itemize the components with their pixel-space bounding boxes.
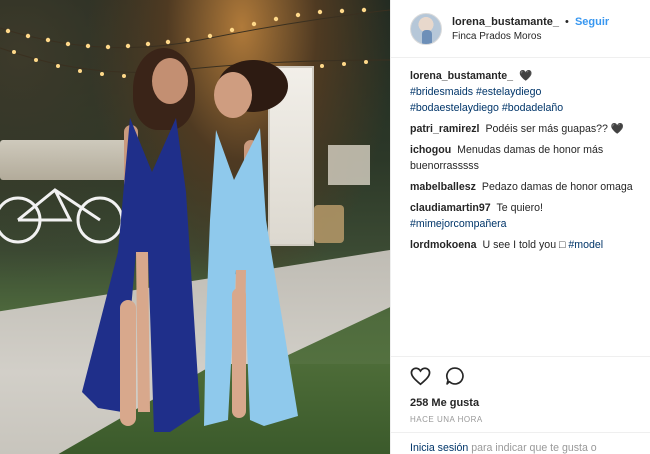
login-prompt: Inicia sesión para indicar que te gusta … — [391, 432, 650, 454]
location-link[interactable]: Finca Prados Moros — [452, 31, 609, 42]
comment-text: U see I told you □ — [482, 239, 566, 251]
string-lights — [0, 7, 390, 78]
post-actions: 258 Me gusta HACE UNA HORA — [391, 356, 650, 424]
hashtag-bodadelano[interactable]: #bodadelaño — [502, 102, 563, 114]
login-link[interactable]: Inicia sesión — [410, 442, 468, 454]
post-header: lorena_bustamante_ • Seguir Finca Prados… — [391, 0, 650, 58]
follow-button[interactable]: Seguir — [575, 16, 609, 28]
heart-outline-icon[interactable] — [410, 366, 431, 386]
avatar[interactable] — [410, 12, 442, 45]
comment-text: Podéis ser más guapas?? 🖤 — [485, 123, 625, 135]
post-timestamp[interactable]: HACE UNA HORA — [410, 415, 632, 424]
comment-text: Te quiero! — [496, 202, 543, 214]
hashtag-bridesmaids[interactable]: #bridesmaids — [410, 86, 473, 98]
comment-username[interactable]: lordmokoena — [410, 239, 477, 251]
post-photo[interactable] — [0, 0, 390, 454]
caption: lorena_bustamante_ 🖤 #bridesmaids #estel… — [410, 68, 636, 116]
header-text: lorena_bustamante_ • Seguir Finca Prados… — [452, 16, 609, 42]
likes-count[interactable]: 258 Me gusta — [410, 397, 632, 409]
comment-username[interactable]: ichogou — [410, 144, 451, 156]
comment-username[interactable]: patri_ramirezl — [410, 123, 479, 135]
list-item: mabelballesz Pedazo damas de honor omaga — [410, 179, 636, 195]
action-icons — [410, 365, 632, 387]
hay-bale — [314, 205, 344, 243]
hashtag-mimejorcompanera[interactable]: #mimejorcompañera — [410, 218, 507, 230]
side-table — [328, 145, 370, 185]
comment-username[interactable]: mabelballesz — [410, 181, 476, 193]
comment-username[interactable]: claudiamartin97 — [410, 202, 491, 214]
login-prompt-text: para indicar que te gusta o — [471, 442, 597, 454]
comment-text: Pedazo damas de honor omaga — [481, 181, 633, 193]
separator-dot: • — [565, 15, 569, 28]
black-heart-emoji: 🖤 — [518, 70, 533, 82]
instagram-post: lorena_bustamante_ • Seguir Finca Prados… — [0, 0, 650, 454]
list-item: claudiamartin97 Te quiero! #mimejorcompa… — [410, 200, 636, 232]
header-username[interactable]: lorena_bustamante_ — [452, 16, 559, 28]
list-item: lordmokoena U see I told you □ #model — [410, 237, 636, 253]
hashtag-model[interactable]: #model — [568, 239, 603, 251]
comment-bubble-icon[interactable] — [445, 366, 465, 386]
post-sidebar: lorena_bustamante_ • Seguir Finca Prados… — [390, 0, 650, 454]
hashtag-estelaydiego[interactable]: #estelaydiego — [476, 86, 541, 98]
comments-list: lorena_bustamante_ 🖤 #bridesmaids #estel… — [391, 58, 650, 253]
light-blue-dress — [204, 128, 298, 426]
caption-username[interactable]: lorena_bustamante_ — [410, 70, 513, 82]
list-item: patri_ramirezl Podéis ser más guapas?? 🖤 — [410, 121, 636, 137]
list-item: ichogou Menudas damas de honor más bueno… — [410, 142, 636, 174]
hashtag-bodaestelaydiego[interactable]: #bodaestelaydiego — [410, 102, 499, 114]
